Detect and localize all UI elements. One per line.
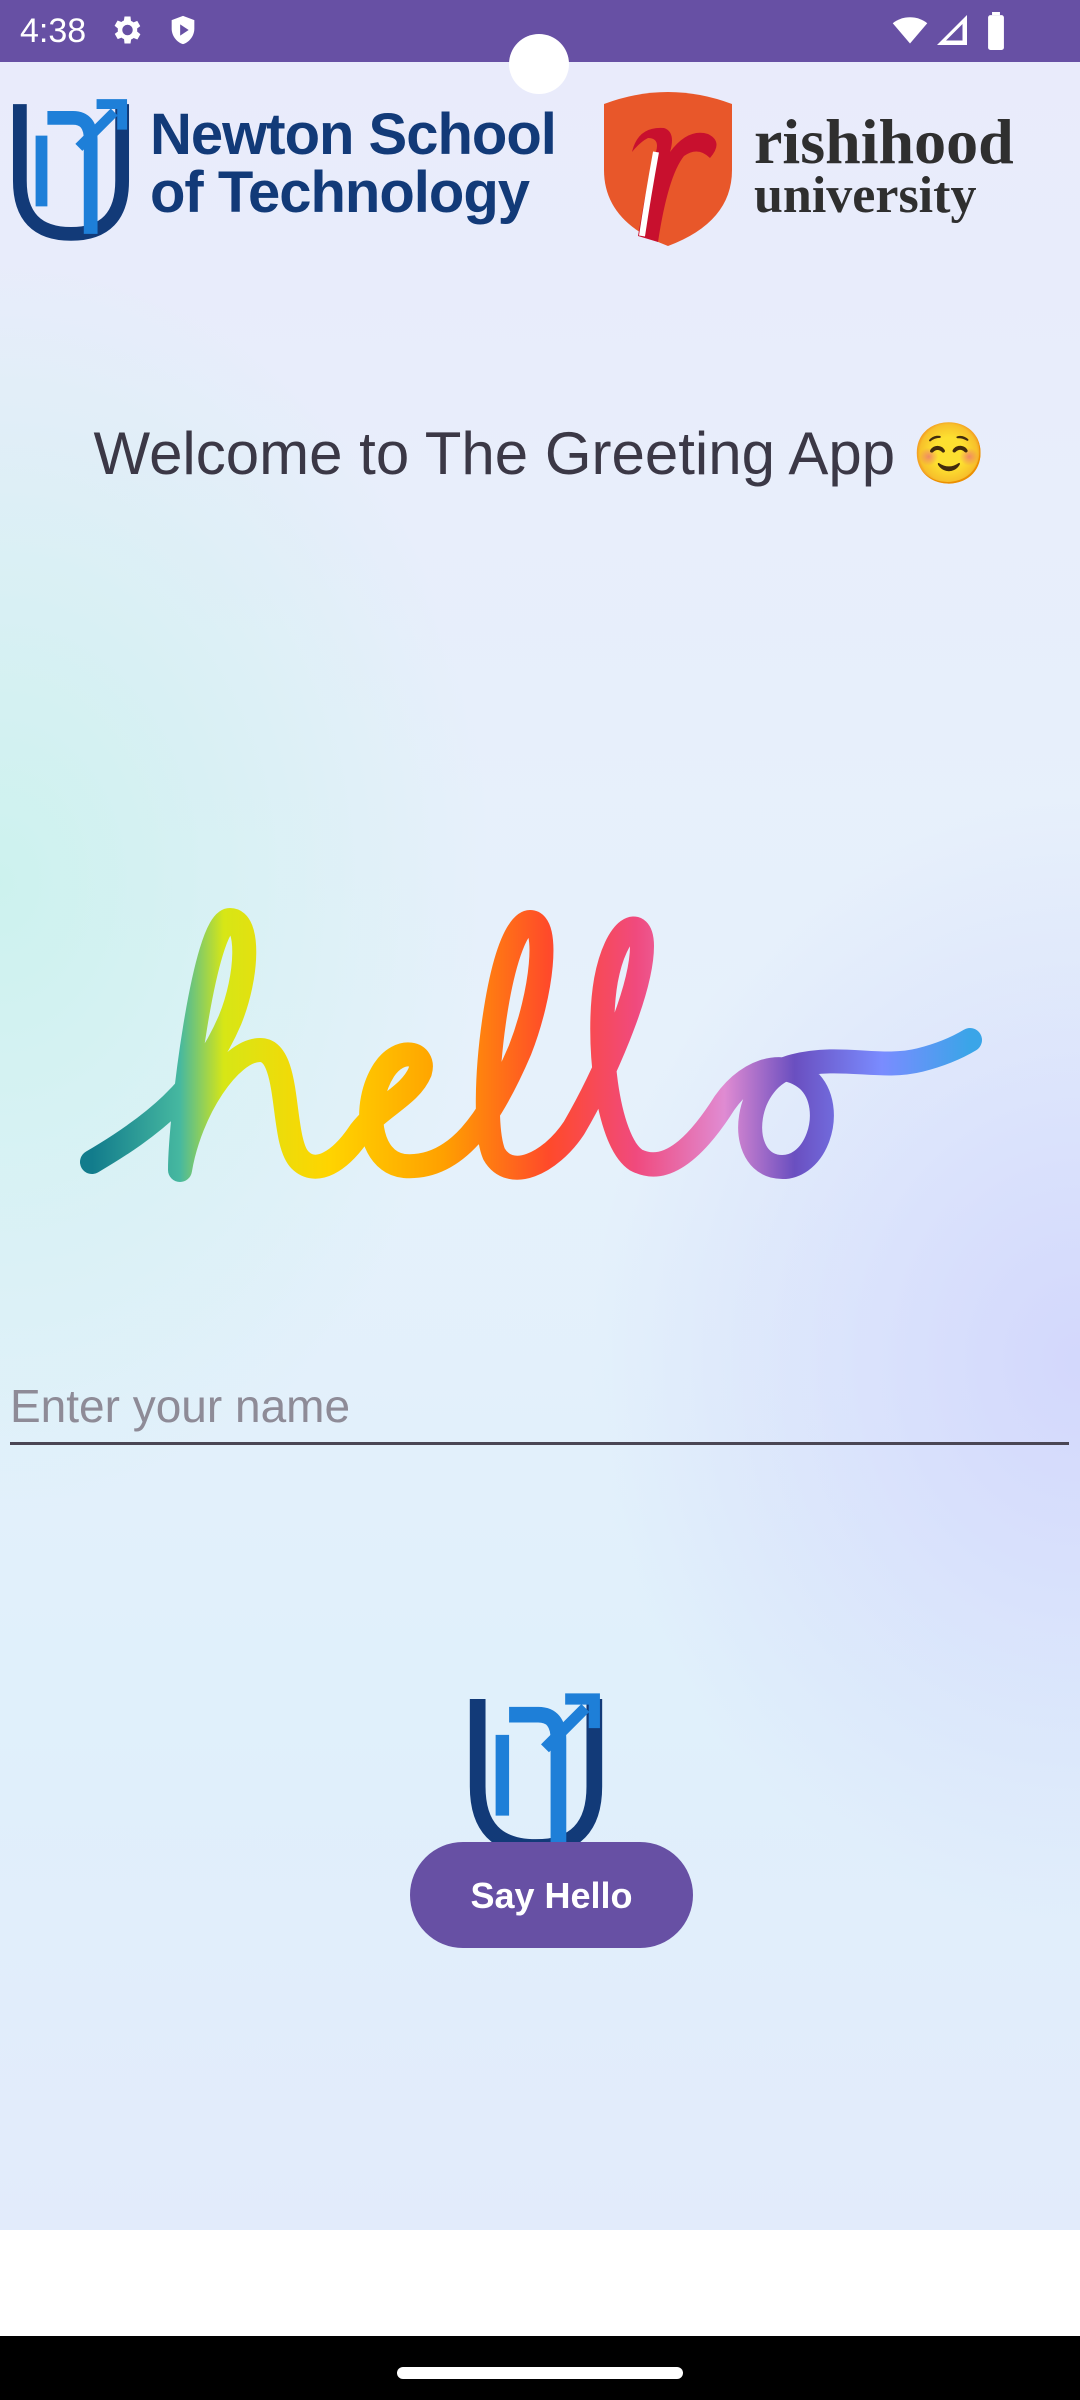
- status-time: 4:38: [20, 12, 87, 50]
- hello-lettering-image: [80, 908, 982, 1182]
- shield-icon: [171, 15, 195, 45]
- gear-icon: [114, 16, 141, 44]
- rishihood-logo-line2: university: [754, 167, 977, 224]
- camera-cutout: [509, 34, 569, 94]
- home-gesture-handle[interactable]: [397, 2367, 683, 2379]
- newton-logo-text: Newton School of Technology: [150, 106, 570, 222]
- newton-shield-logo: [12, 99, 130, 241]
- rishihood-logo-line1: rishihood: [754, 106, 1014, 177]
- newton-logo-icon: [469, 1693, 603, 1855]
- welcome-title: Welcome to The Greeting App ☺️: [93, 420, 987, 487]
- battery-icon: [988, 12, 1004, 50]
- wifi-icon: [892, 17, 928, 44]
- rishihood-logo-text: rishihood university: [754, 110, 1014, 222]
- newton-logo-line2: of Technology: [150, 160, 530, 225]
- signal-icon: [937, 15, 967, 45]
- say-hello-button[interactable]: Say Hello: [410, 1842, 693, 1948]
- rishihood-shield-logo: [604, 92, 732, 246]
- newton-logo-line1: Newton School: [150, 102, 557, 167]
- name-input[interactable]: [10, 1370, 1069, 1445]
